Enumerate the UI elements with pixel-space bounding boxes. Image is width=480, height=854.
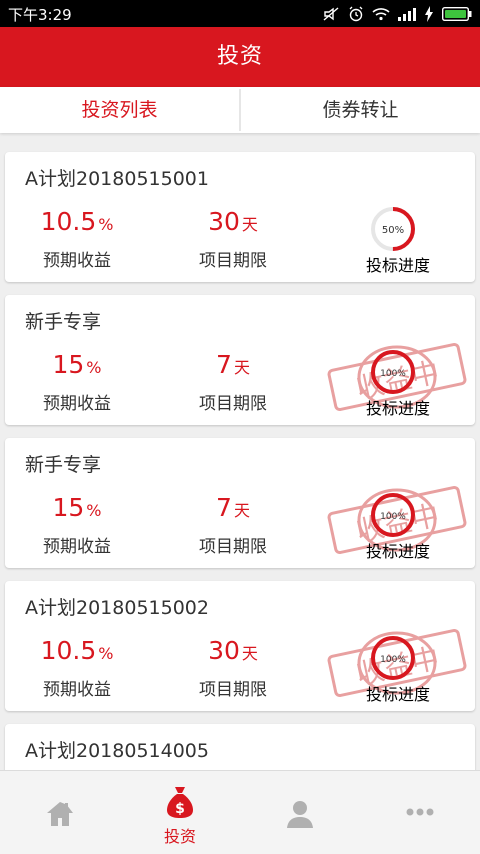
term-value: 30 xyxy=(208,207,240,236)
project-term: 7天 项目期限 xyxy=(158,493,308,557)
yield-unit: % xyxy=(86,358,102,377)
investment-card[interactable]: A计划20180515001 10.5% 预期收益 30 天 项目期限 50% 投… xyxy=(5,152,475,282)
progress-text: 50% xyxy=(382,225,404,236)
progress-ring: 100% xyxy=(371,493,415,537)
product-name: 新手专享 xyxy=(25,311,102,333)
yield-unit: % xyxy=(98,644,114,663)
app-bar: 投资 xyxy=(0,27,480,87)
term-label: 项目期限 xyxy=(199,680,267,700)
investment-card[interactable]: 新手专享 收益中 15% 预期收益 7天 项目期限 100% 投标进度 xyxy=(5,438,475,568)
yield-unit: % xyxy=(86,501,102,520)
progress-label: 投标进度 xyxy=(365,685,430,704)
page-title: 投资 xyxy=(216,44,263,69)
progress-text: 100% xyxy=(380,512,406,522)
yield-label: 预期收益 xyxy=(43,251,111,271)
progress-ring: 100% xyxy=(371,350,415,394)
home-icon xyxy=(47,802,73,826)
product-name: A计划20180515002 xyxy=(25,597,209,619)
status-time: 下午3:29 xyxy=(8,6,72,24)
progress-text: 100% xyxy=(380,655,406,665)
charging-icon xyxy=(425,6,433,22)
tab-bar: 投资列表 债券转让 xyxy=(0,87,480,133)
nav-invest[interactable]: $ 投资 xyxy=(120,771,240,854)
battery-icon xyxy=(442,7,472,21)
progress-ring: 50% xyxy=(371,207,415,251)
yield-label: 预期收益 xyxy=(43,394,111,414)
project-term: 30 天 项目期限 xyxy=(158,207,308,271)
term-label: 项目期限 xyxy=(199,251,267,271)
alarm-icon xyxy=(349,6,363,22)
status-icons xyxy=(322,3,472,25)
yield-value: 15 xyxy=(52,493,85,522)
yield-value: 10.5 xyxy=(40,636,97,665)
tab-bond-transfer[interactable]: 债券转让 xyxy=(241,87,480,133)
signal-icon xyxy=(398,8,416,21)
investment-card[interactable]: 新手专享 收益中 15% 预期收益 7天 项目期限 100% 投标进度 xyxy=(5,295,475,425)
progress-label: 投标进度 xyxy=(365,542,430,561)
yield-label: 预期收益 xyxy=(43,537,111,557)
term-unit: 天 xyxy=(241,215,258,234)
yield-label: 预期收益 xyxy=(43,680,111,700)
nav-account[interactable] xyxy=(240,771,360,854)
expected-yield: 15% 预期收益 xyxy=(5,350,152,414)
term-label: 项目期限 xyxy=(199,394,267,414)
progress-text: 100% xyxy=(380,369,406,379)
progress-label: 投标进度 xyxy=(365,256,430,275)
mute-icon xyxy=(323,7,339,21)
investment-card[interactable]: A计划20180515002 收益中 10.5% 预期收益 30 天 项目期限 1… xyxy=(5,581,475,711)
term-value: 30 xyxy=(208,636,240,665)
yield-unit: % xyxy=(98,215,114,234)
term-unit: 天 xyxy=(233,501,250,520)
expected-yield: 15% 预期收益 xyxy=(5,493,152,557)
term-label: 项目期限 xyxy=(199,537,267,557)
product-name: 新手专享 xyxy=(25,454,102,476)
expected-yield: 10.5% 预期收益 xyxy=(5,636,152,700)
money-bag-icon: $ xyxy=(167,787,193,818)
product-name: A计划20180515001 xyxy=(25,168,209,190)
progress-ring: 100% xyxy=(371,636,415,680)
project-term: 7天 项目期限 xyxy=(158,350,308,414)
user-icon xyxy=(287,801,313,828)
expected-yield: 10.5% 预期收益 xyxy=(5,207,152,271)
tab-investment-list[interactable]: 投资列表 xyxy=(0,87,239,133)
term-value: 7 xyxy=(216,350,232,379)
term-unit: 天 xyxy=(241,644,258,663)
progress-label: 投标进度 xyxy=(365,399,430,418)
project-term: 30 天 项目期限 xyxy=(158,636,308,700)
yield-value: 10.5 xyxy=(40,207,97,236)
term-unit: 天 xyxy=(233,358,250,377)
bottom-nav: $ 投资 xyxy=(0,770,480,854)
nav-home[interactable] xyxy=(0,771,120,854)
nav-more[interactable] xyxy=(360,771,480,854)
more-icon xyxy=(406,808,434,816)
wifi-icon xyxy=(372,8,390,21)
yield-value: 15 xyxy=(52,350,85,379)
status-bar: 下午3:29 xyxy=(0,0,480,27)
svg-text:$: $ xyxy=(175,801,185,817)
product-name: A计划20180514005 xyxy=(25,740,209,762)
nav-invest-label: 投资 xyxy=(163,827,196,846)
term-value: 7 xyxy=(216,493,232,522)
